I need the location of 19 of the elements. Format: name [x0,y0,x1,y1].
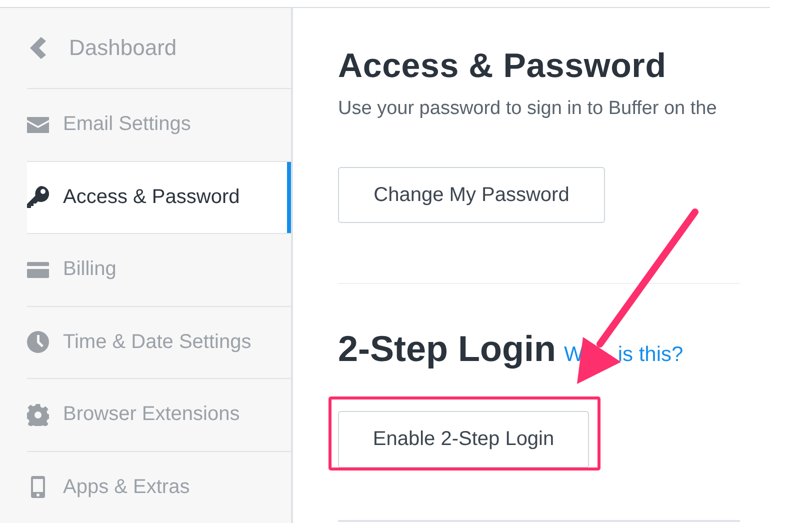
change-password-button[interactable]: Change My Password [338,167,605,223]
key-icon [27,186,49,208]
sidebar-item[interactable]: Time & Date Settings [27,306,291,378]
sidebar-item[interactable]: Billing [27,234,291,306]
back-link[interactable]: Dashboard [0,8,291,88]
description-text: Use your password to sign in to Buffer on the [338,97,718,121]
sidebar-item[interactable]: Access & Password [27,162,291,233]
gear-icon [27,404,49,426]
sidebar-item[interactable]: Apps & Extras [27,452,291,523]
sidebar-item[interactable]: Browser Extensions [27,379,291,450]
sidebar-item[interactable]: Email Settings [27,89,291,160]
chevron-left-icon [30,37,46,59]
page-title: Access & Password [338,46,668,86]
enable-login-button[interactable]: Enable 2-Step Login [338,411,589,468]
clock-icon [27,331,49,354]
section-heading: 2-Step Login [338,328,556,370]
phone-icon [31,476,45,498]
card-icon [27,262,49,278]
envelope-icon [27,116,49,133]
